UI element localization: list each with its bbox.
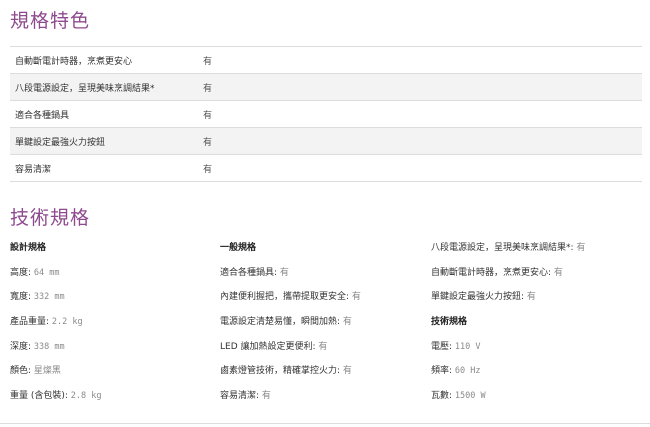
- spec-value: 有: [342, 366, 352, 377]
- spec-value: 有: [261, 391, 271, 402]
- feature-name: 八段電源設定，呈現美味烹調結果*: [15, 83, 155, 94]
- feature-row: 自動斷電計時器，烹煮更安心 有: [10, 47, 642, 74]
- feature-name: 適合各種鍋具: [15, 110, 70, 121]
- feature-row: 單鍵設定最強火力按鈕 有: [10, 128, 642, 155]
- feature-name: 自動斷電計時器，烹煮更安心: [15, 56, 133, 67]
- spec-label: 寬度:: [10, 292, 34, 303]
- design-specs-heading: 設計規格: [10, 243, 47, 253]
- spec-label: 容易清潔:: [220, 391, 262, 402]
- bottom-divider: [0, 423, 650, 424]
- spec-value: 有: [342, 317, 352, 328]
- spec-value: 有: [526, 292, 536, 303]
- technical-specs-heading: 技術規格: [431, 317, 468, 328]
- general-specs-column: 一般規格 適合各種鍋具: 有 內建便利握把，攜帶提取更安全: 有 電源設定清楚易…: [220, 240, 420, 413]
- feature-name: 容易清潔: [15, 164, 52, 175]
- spec-item: 重量 (含包裝): 2.8 kg: [10, 388, 210, 413]
- spec-label: 電源設定清楚易懂，瞬間加熱:: [220, 317, 343, 328]
- spec-value: 有: [318, 341, 328, 352]
- spec-value: 332 mm: [33, 292, 65, 303]
- spec-item: 電源設定清楚易懂，瞬間加熱: 有: [220, 314, 420, 339]
- spec-value: 星燦黑: [33, 366, 61, 377]
- spec-value: 2.2 kg: [51, 317, 83, 328]
- spec-item: 頻率: 60 Hz: [431, 363, 646, 388]
- spec-label: 瓦數:: [431, 391, 455, 402]
- spec-item: 八段電源設定，呈現美味烹調結果*: 有: [431, 240, 646, 265]
- spec-item: 鹵素燈管技術，精確掌控火力: 有: [220, 363, 420, 388]
- spec-item: 電壓: 110 V: [431, 339, 646, 364]
- spec-label: 電壓:: [431, 341, 455, 352]
- spec-item: LED 讓加熱設定更便利: 有: [220, 339, 420, 364]
- spec-item: 自動斷電計時器，烹煮更安心: 有: [431, 265, 646, 290]
- spec-value: 2.8 kg: [70, 391, 102, 402]
- spec-label: 八段電源設定，呈現美味烹調結果*:: [431, 243, 577, 253]
- spec-value: 有: [351, 292, 361, 303]
- design-specs-column: 設計規格 高度: 64 mm 寬度: 332 mm 產品重量: 2.2 kg 深…: [10, 240, 210, 413]
- spec-item: 內建便利握把，攜帶提取更安全: 有: [220, 289, 420, 314]
- feature-row: 適合各種鍋具 有: [10, 101, 642, 128]
- feature-value: 有: [203, 137, 213, 148]
- spec-label: 適合各種鍋具:: [220, 267, 280, 278]
- spec-item: 瓦數: 1500 W: [431, 388, 646, 413]
- feature-value: 有: [203, 164, 213, 175]
- feature-value: 有: [203, 56, 213, 67]
- technical-specs-column: 八段電源設定，呈現美味烹調結果*: 有 自動斷電計時器，烹煮更安心: 有 單鍵設…: [431, 240, 646, 413]
- spec-label: 深度:: [10, 341, 34, 352]
- feature-row: 容易清潔 有: [10, 155, 642, 182]
- spec-label: 鹵素燈管技術，精確掌控火力:: [220, 366, 343, 377]
- spec-label: 產品重量:: [10, 317, 52, 328]
- spec-item: 產品重量: 2.2 kg: [10, 314, 210, 339]
- spec-item: 適合各種鍋具: 有: [220, 265, 420, 290]
- spec-value: 338 mm: [33, 341, 65, 352]
- spec-label: 顏色:: [10, 366, 34, 377]
- features-table: 自動斷電計時器，烹煮更安心 有 八段電源設定，呈現美味烹調結果* 有 適合各種鍋…: [10, 46, 642, 182]
- spec-value: 110 V: [454, 341, 481, 352]
- general-specs-heading: 一般規格: [220, 243, 257, 253]
- feature-row: 八段電源設定，呈現美味烹調結果* 有: [10, 74, 642, 101]
- spec-item: 寬度: 332 mm: [10, 289, 210, 314]
- spec-value: 64 mm: [33, 267, 60, 278]
- spec-item: 單鍵設定最強火力按鈕: 有: [431, 289, 646, 314]
- spec-label: 自動斷電計時器，烹煮更安心:: [431, 267, 554, 278]
- feature-value: 有: [203, 110, 213, 121]
- spec-value: 1500 W: [454, 391, 486, 402]
- spec-item: 高度: 64 mm: [10, 265, 210, 290]
- spec-item: 深度: 338 mm: [10, 339, 210, 364]
- spec-item: 顏色: 星燦黑: [10, 363, 210, 388]
- tech-specs-section-title: 技術規格: [10, 207, 91, 229]
- spec-label: 單鍵設定最強火力按鈕:: [431, 292, 527, 303]
- spec-label: LED 讓加熱設定更便利:: [220, 341, 319, 352]
- feature-name: 單鍵設定最強火力按鈕: [15, 137, 106, 148]
- spec-item: 容易清潔: 有: [220, 388, 420, 413]
- spec-value: 有: [279, 267, 289, 278]
- spec-value: 有: [576, 243, 586, 253]
- spec-label: 高度:: [10, 267, 34, 278]
- spec-label: 重量 (含包裝):: [10, 391, 71, 402]
- spec-value: 有: [553, 267, 563, 278]
- spec-value: 60 Hz: [454, 366, 481, 377]
- spec-label: 內建便利握把，攜帶提取更安全:: [220, 292, 352, 303]
- spec-label: 頻率:: [431, 366, 455, 377]
- feature-value: 有: [203, 83, 213, 94]
- features-section-title: 規格特色: [10, 10, 91, 32]
